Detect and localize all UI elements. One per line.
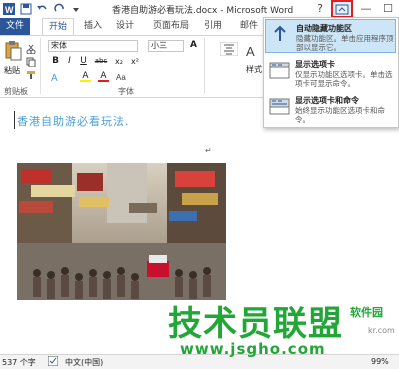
proofing-icon[interactable] [47,355,59,367]
font-name-select[interactable]: 宋体 [48,40,138,52]
watermark-main-text: 技术员联盟 [168,304,343,344]
cut-icon[interactable] [26,44,36,55]
zoom-level[interactable]: 99% [371,357,389,366]
styles-icon[interactable]: A [246,42,260,60]
subscript-button[interactable]: x₂ [112,56,126,67]
ribbon-divider [40,38,41,94]
menu-item-show-tabs[interactable]: 显示选项卡 仅显示功能区选项卡。单击选项卡可显示命令。 [265,56,396,90]
tab-page-layout[interactable]: 页面布局 [148,18,194,35]
align-center-icon[interactable] [219,41,239,57]
font-color-button[interactable]: A [98,71,109,82]
street-photo[interactable] [17,163,226,300]
watermark-url: www.jsgho.com [180,340,326,358]
window-title: 香港自助游必看玩法.docx - Microsoft Word [112,6,294,16]
font-group-label: 字体 [118,87,134,96]
superscript-button[interactable]: x² [128,56,142,67]
grow-font-button[interactable]: A [188,40,199,51]
paragraph-mark-icon: ↵ [205,146,212,155]
bold-button[interactable]: B [50,56,61,67]
tab-insert[interactable]: 插入 [80,18,106,35]
watermark-side-text: 软件园 [350,306,383,319]
menu-item-title: 显示选项卡和命令 [295,96,359,105]
menu-item-title: 显示选项卡 [295,60,335,69]
undo-icon[interactable] [36,3,48,15]
word-app-icon[interactable]: W [3,3,15,15]
minimize-button[interactable]: — [355,0,377,18]
ribbon-display-options-button[interactable] [331,0,353,18]
show-tabs-commands-icon [269,96,290,117]
tab-references[interactable]: 引用 [200,18,226,35]
word-count[interactable]: 537 个字 [2,357,36,368]
paste-icon[interactable] [4,40,22,62]
menu-item-description: 仅显示功能区选项卡。单击选项卡可显示命令。 [295,70,393,88]
ribbon-divider [204,38,205,94]
menu-item-show-tabs-and-commands[interactable]: 显示选项卡和命令 始终显示功能区选项卡和命令。 [265,92,396,126]
svg-text:W: W [5,5,14,15]
redo-icon[interactable] [54,3,66,15]
quick-access-dropdown-icon[interactable] [70,3,82,15]
svg-text:A: A [246,44,255,59]
styles-label[interactable]: 样式 [246,64,262,75]
tab-design[interactable]: 设计 [112,18,138,35]
clipboard-group-label: 剪贴板 [4,87,28,96]
text-effects-icon[interactable]: A [50,71,62,84]
menu-item-description: 隐藏功能区。单击应用程序顶部以显示它。 [296,34,394,52]
watermark-corner-text: kr.com [368,326,395,335]
document-heading[interactable]: 香港自助游必看玩法. [17,113,130,129]
strikethrough-button[interactable]: abc [92,56,110,67]
copy-icon[interactable] [26,57,36,68]
tab-home[interactable]: 开始 [42,18,74,35]
menu-item-description: 始终显示功能区选项卡和命令。 [295,106,385,124]
svg-text:A: A [51,73,58,83]
highlight-button[interactable]: A [80,71,91,82]
help-button[interactable]: ? [309,0,331,18]
auto-hide-icon [270,24,291,45]
save-icon[interactable] [20,3,32,15]
svg-text:Aa: Aa [116,73,126,81]
font-size-select[interactable]: 小三 [148,40,184,52]
underline-button[interactable]: U [78,56,89,67]
tab-file[interactable]: 文件 [0,18,30,35]
language-indicator[interactable]: 中文(中国) [65,357,103,368]
menu-item-title: 自动隐藏功能区 [296,24,352,33]
change-case-icon[interactable]: Aa [116,71,126,82]
format-painter-icon[interactable] [26,70,36,80]
maximize-button[interactable]: ☐ [377,0,399,18]
text-cursor [14,111,15,129]
watermark: 技术员联盟 软件园 www.jsgho.com kr.com [150,296,399,358]
show-tabs-icon [269,60,290,81]
italic-button[interactable]: I [64,56,75,67]
menu-item-auto-hide-ribbon[interactable]: 自动隐藏功能区 隐藏功能区。单击应用程序顶部以显示它。 [265,19,396,53]
tab-mailings[interactable]: 邮件 [236,18,262,35]
paste-label[interactable]: 粘贴 [4,65,20,76]
